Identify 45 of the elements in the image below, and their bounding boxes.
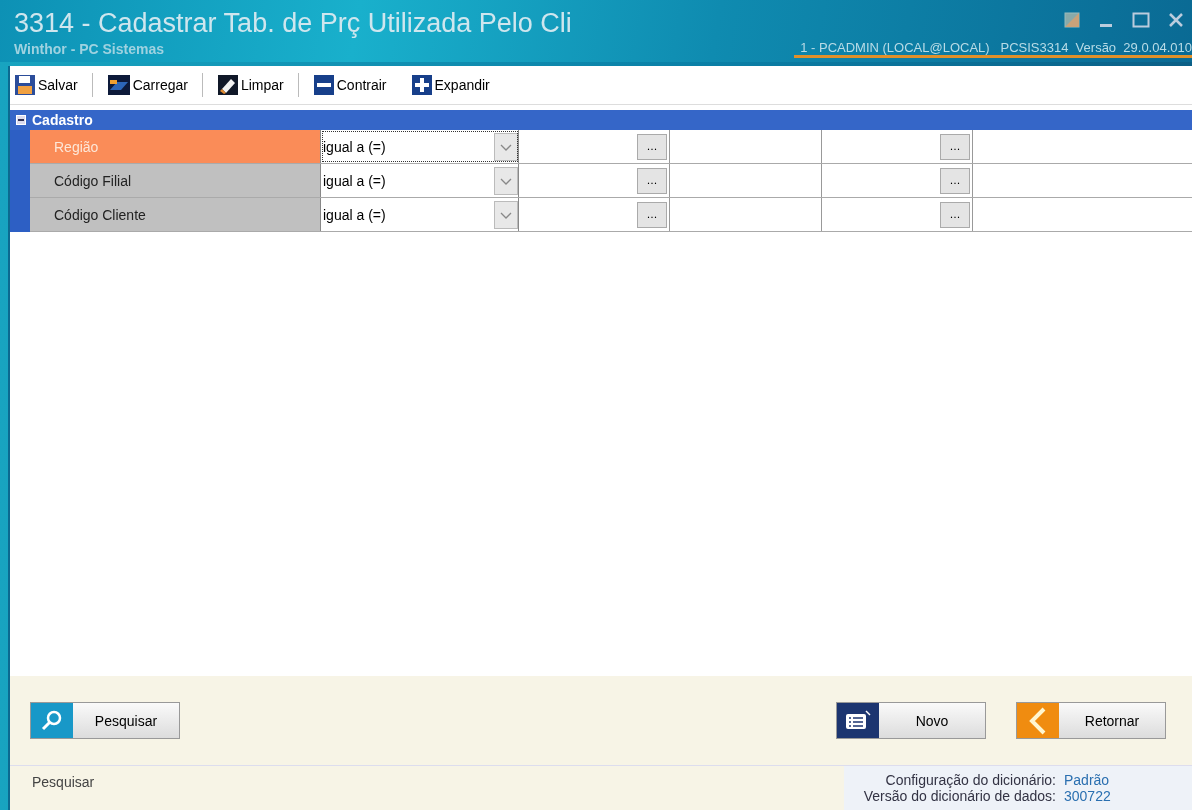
lookup-button[interactable]: ... (940, 167, 970, 194)
status-label: Configuração do dicionário: (885, 772, 1056, 788)
value-field[interactable]: ... (519, 130, 670, 163)
status-message: Pesquisar (32, 774, 95, 790)
panel-header[interactable]: Cadastro (10, 110, 1192, 130)
field-label[interactable]: Código Cliente (30, 198, 321, 231)
status-value: 300722 (1064, 788, 1112, 804)
window-title: 3314 - Cadastrar Tab. de Prç Utilizada Pelo Cli (14, 8, 572, 39)
folder-icon (106, 74, 131, 96)
value-field[interactable]: ... (519, 164, 670, 197)
toolbar-button[interactable]: Carregar (106, 74, 196, 96)
back-button[interactable]: Retornar (1016, 702, 1166, 739)
window-subtitle: Winthor - PC Sistemas (14, 41, 165, 57)
lookup-button[interactable]: ... (637, 133, 667, 160)
operator-dropdown[interactable]: igual a (=) (321, 164, 519, 197)
new-button[interactable]: Novo (836, 702, 986, 739)
toolbar-button[interactable]: Salvar (14, 74, 86, 96)
value-field[interactable]: ... (519, 198, 670, 231)
plus-icon (410, 74, 433, 96)
search-button[interactable]: Pesquisar (30, 702, 180, 739)
restore-icon[interactable] (1064, 12, 1080, 28)
list-icon (844, 709, 872, 732)
maximize-icon[interactable] (1132, 12, 1150, 28)
status-value: Padrão (1064, 772, 1111, 788)
lookup-button[interactable]: ... (940, 133, 970, 160)
lookup-button[interactable]: ... (637, 167, 667, 194)
panel-title: Cadastro (32, 112, 93, 128)
lookup-button[interactable]: ... (940, 201, 970, 228)
status-label: Versão do dicionário de dados: (863, 788, 1056, 804)
toolbar-button[interactable]: Expandir (410, 74, 498, 96)
field-label[interactable]: Código Filial (30, 164, 321, 197)
operator-dropdown[interactable]: igual a (=) (321, 198, 519, 231)
lookup-button[interactable]: ... (637, 201, 667, 228)
session-info: 1 - PCADMIN (LOCAL@LOCAL) PCSIS3314 Versão 29.0.04.010 (794, 40, 1192, 58)
value-field[interactable]: ... (822, 130, 973, 163)
toolbar-button[interactable]: Limpar (216, 74, 292, 96)
value-field[interactable]: ... (822, 164, 973, 197)
search-icon (40, 708, 64, 733)
value-field[interactable]: ... (822, 198, 973, 231)
collapse-icon[interactable] (16, 115, 26, 125)
eraser-icon (216, 74, 239, 96)
toolbar-button[interactable]: Contrair (312, 74, 395, 96)
operator-dropdown[interactable]: igual a (=) (321, 130, 519, 163)
close-icon[interactable] (1168, 12, 1184, 28)
minus-icon (312, 74, 335, 96)
